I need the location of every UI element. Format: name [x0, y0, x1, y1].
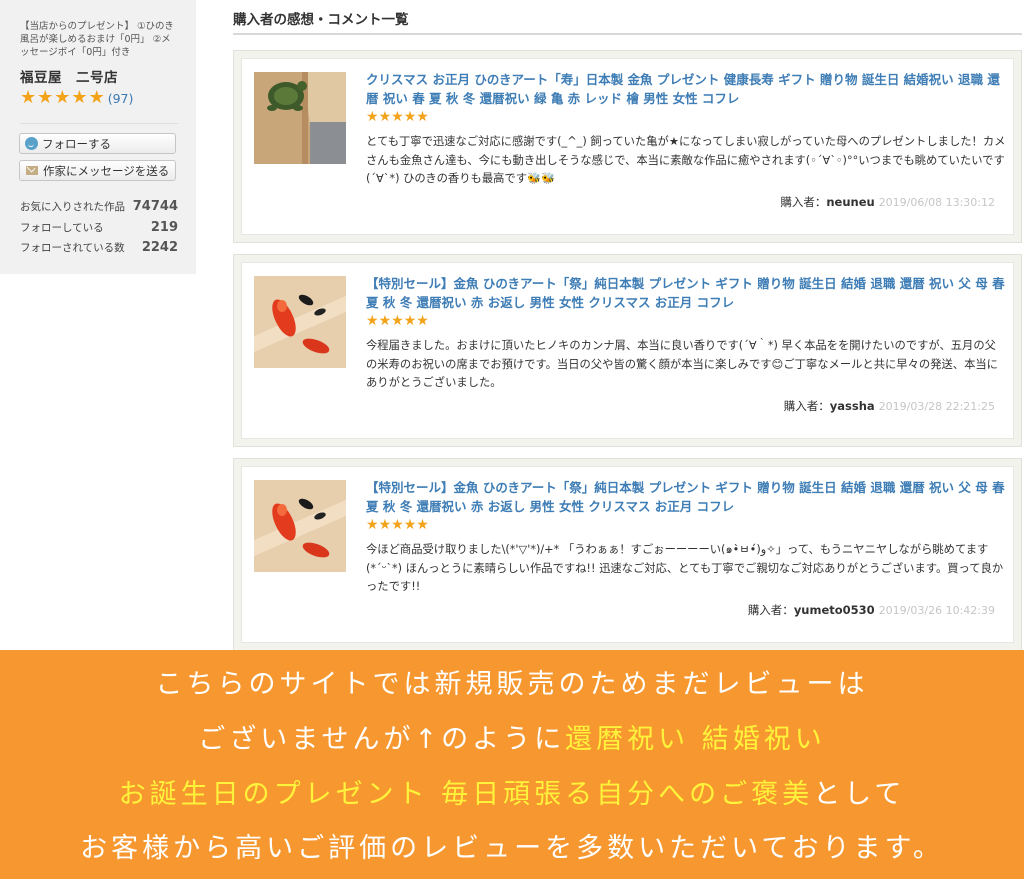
- star-icon: ★: [71, 87, 88, 108]
- shop-rating[interactable]: ★ ★ ★ ★ ★ (97): [20, 89, 133, 107]
- star-icon: ★: [54, 87, 71, 108]
- review-timestamp: 2019/03/28 22:21:25: [878, 400, 995, 413]
- review-rating: ★ ★ ★ ★ ★: [366, 518, 429, 532]
- banner-line: お誕生日のプレゼント 毎日頑張る自分へのご褒美として: [0, 772, 1024, 811]
- star-icon: ★: [403, 109, 417, 125]
- promo-banner: こちらのサイトでは新規販売のためまだレビューは ございませんが↑のように還暦祝い…: [0, 650, 1024, 879]
- review-card: クリスマス お正月 ひのきアート「寿」日本製 金魚 プレゼント 健康長寿 ギフト…: [233, 50, 1022, 243]
- buyer-label: 購入者：: [780, 195, 827, 209]
- review-rating: ★ ★ ★ ★ ★: [366, 314, 429, 328]
- review-text: 今程届きました。おまけに頂いたヒノキのカンナ屑、本当に良い香りです(´∀｀*) …: [366, 339, 998, 389]
- follow-button[interactable]: フォローする: [19, 133, 176, 154]
- buyer-name: yumeto0530: [793, 603, 875, 617]
- review-count-link[interactable]: (97): [108, 91, 134, 106]
- star-icon: ★: [378, 313, 392, 329]
- review-buyer: 購入者：yumeto0530 2019/03/26 10:42:39: [748, 602, 995, 618]
- star-icon: ★: [391, 109, 404, 125]
- review-buyer: 購入者：neuneu 2019/06/08 13:30:12: [780, 194, 995, 210]
- star-icon: ★: [378, 109, 392, 125]
- star-icon: ★: [391, 313, 404, 329]
- review-product-link[interactable]: クリスマス お正月 ひのきアート「寿」日本製 金魚 プレゼント 健康長寿 ギフト…: [366, 71, 1006, 108]
- banner-line: こちらのサイトでは新規販売のためまだレビューは: [155, 669, 869, 700]
- buyer-name: neuneu: [826, 195, 875, 209]
- promo-text: 【当店からのプレゼント】 ①ひのき風呂が楽しめるおまけ「0円」 ②メッセージボイ…: [20, 21, 174, 58]
- review-rating: ★ ★ ★ ★ ★: [366, 110, 429, 124]
- product-thumbnail-goldfish[interactable]: [254, 276, 346, 368]
- star-icon: ★: [416, 109, 429, 125]
- banner-text: として: [813, 779, 906, 810]
- stat-value: 74744: [132, 199, 178, 214]
- envelope-icon: [26, 166, 38, 175]
- star-icon: ★: [366, 109, 379, 125]
- star-icon: ★: [366, 313, 379, 329]
- product-thumbnail-goldfish[interactable]: [254, 480, 346, 572]
- smile-icon: [25, 137, 38, 150]
- stat-followers[interactable]: フォローされている数 2242: [20, 240, 178, 255]
- buyer-label: 購入者：: [747, 603, 794, 617]
- banner-highlight: お誕生日のプレゼント 毎日頑張る自分へのご褒美: [118, 779, 814, 810]
- stat-value: 2242: [141, 240, 178, 255]
- stat-favorites[interactable]: お気に入りされた作品 74744: [20, 199, 178, 214]
- review-timestamp: 2019/03/26 10:42:39: [878, 604, 995, 617]
- review-text: とても丁寧で迅速なご対応に感謝です(_^_) 飼っていた亀が★になってしまい寂し…: [366, 135, 1006, 185]
- divider: [20, 123, 178, 124]
- shop-name[interactable]: 福豆屋 二号店: [20, 66, 118, 86]
- star-icon: ★: [366, 517, 379, 533]
- stat-label: お気に入りされた作品: [20, 201, 125, 213]
- send-message-button[interactable]: 作家にメッセージを送る: [19, 160, 176, 181]
- page-title: 購入者の感想・コメント一覧: [233, 12, 409, 28]
- stat-value: 219: [150, 220, 178, 235]
- send-message-label: 作家にメッセージを送る: [43, 163, 170, 178]
- star-icon: ★: [378, 517, 392, 533]
- review-card: 【特別セール】金魚 ひのきアート「祭」純日本製 プレゼント ギフト 贈り物 誕生…: [233, 458, 1022, 651]
- banner-line: お客様から高いご評価のレビューを多数いただいております。: [80, 833, 944, 864]
- review-product-link[interactable]: 【特別セール】金魚 ひのきアート「祭」純日本製 プレゼント ギフト 贈り物 誕生…: [366, 275, 1006, 312]
- review-timestamp: 2019/06/08 13:30:12: [878, 196, 995, 209]
- banner-line: ございませんが↑のように還暦祝い 結婚祝い: [0, 717, 1024, 756]
- stat-following[interactable]: フォローしている 219: [20, 220, 178, 235]
- star-icon: ★: [403, 517, 417, 533]
- star-icon: ★: [416, 313, 429, 329]
- review-buyer: 購入者：yassha 2019/03/28 22:21:25: [784, 398, 995, 414]
- star-icon: ★: [88, 87, 105, 108]
- divider: [233, 33, 1022, 35]
- follow-button-label: フォローする: [42, 136, 111, 151]
- review-card: 【特別セール】金魚 ひのきアート「祭」純日本製 プレゼント ギフト 贈り物 誕生…: [233, 254, 1022, 447]
- stat-label: フォローしている: [20, 222, 104, 234]
- banner-text: ございませんが↑のように: [198, 724, 566, 755]
- star-icon: ★: [20, 87, 37, 108]
- product-thumbnail-turtle[interactable]: [254, 72, 346, 164]
- star-icon: ★: [391, 517, 404, 533]
- buyer-label: 購入者：: [783, 399, 830, 413]
- stat-label: フォローされている数: [20, 242, 125, 254]
- star-icon: ★: [37, 87, 54, 108]
- buyer-name: yassha: [829, 399, 875, 413]
- banner-highlight: 還暦祝い 結婚祝い: [565, 724, 826, 755]
- review-product-link[interactable]: 【特別セール】金魚 ひのきアート「祭」純日本製 プレゼント ギフト 贈り物 誕生…: [366, 479, 1006, 516]
- star-icon: ★: [416, 517, 429, 533]
- review-text: 今ほど商品受け取りました\(*'▽'*)/+* 「うわぁぁ！すごぉーーーーい(๑…: [366, 543, 1004, 593]
- shop-sidebar: 【当店からのプレゼント】 ①ひのき風呂が楽しめるおまけ「0円」 ②メッセージボイ…: [0, 0, 196, 274]
- star-icon: ★: [403, 313, 417, 329]
